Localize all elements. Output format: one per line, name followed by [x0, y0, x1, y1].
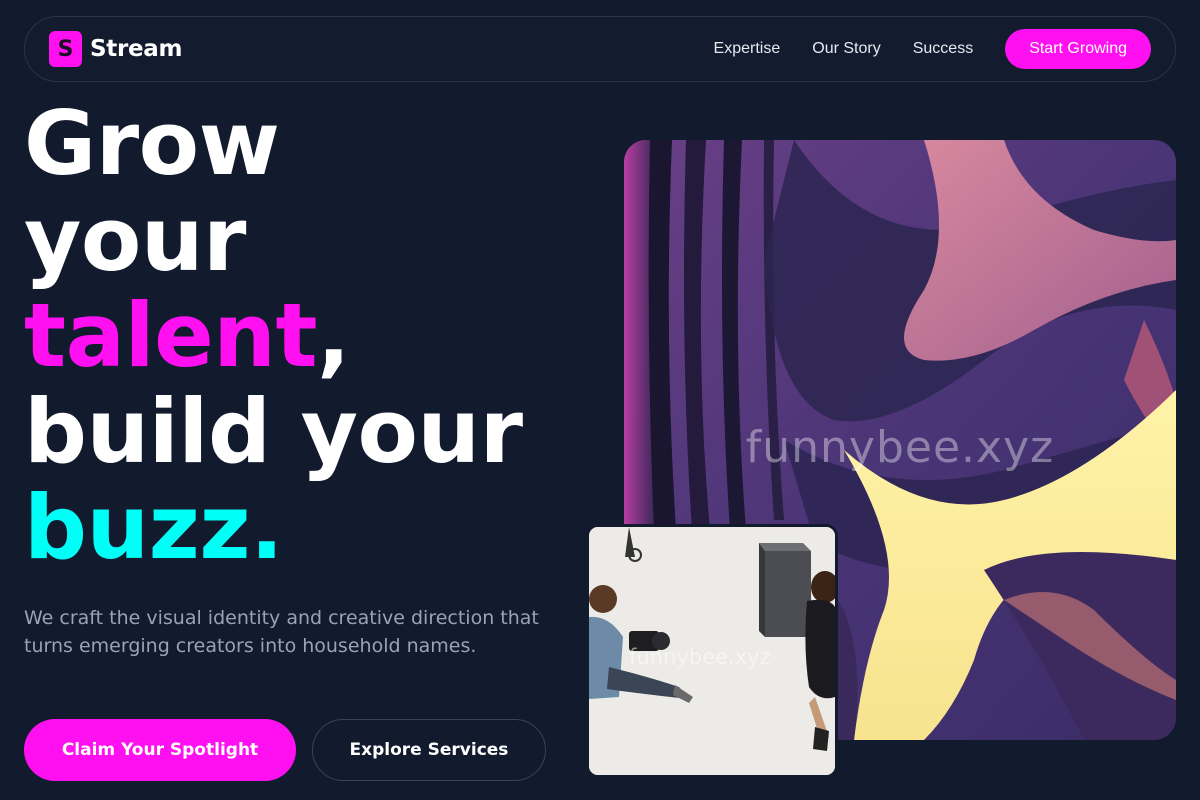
brand-name: Stream: [90, 36, 183, 62]
photographer-photo: [589, 527, 835, 775]
nav-link-success[interactable]: Success: [913, 40, 973, 58]
hero-headline: Grow your talent, build your buzz.: [24, 96, 594, 576]
headline-line-1: Grow: [24, 92, 280, 195]
headline-line-4: build your: [24, 380, 523, 483]
headline-line-2: your: [24, 188, 246, 291]
nav-link-expertise[interactable]: Expertise: [714, 40, 781, 58]
hero-subcopy: We craft the visual identity and creativ…: [24, 607, 539, 657]
photoshoot-image: funnybee.xyz: [586, 524, 838, 778]
start-growing-button[interactable]: Start Growing: [1005, 29, 1151, 69]
headline-comma: ,: [317, 284, 350, 387]
headline-accent-word: talent: [24, 284, 318, 387]
top-navbar: S Stream Expertise Our Story Success Sta…: [24, 16, 1176, 82]
claim-spotlight-button[interactable]: Claim Your Spotlight: [24, 719, 296, 781]
logo-mark-icon: S: [49, 31, 82, 67]
nav-links: Expertise Our Story Success Start Growin…: [714, 29, 1151, 69]
headline-line-5: buzz.: [24, 476, 284, 579]
headline-line-3: talent,: [24, 288, 594, 384]
explore-services-button[interactable]: Explore Services: [312, 719, 546, 781]
nav-link-our-story[interactable]: Our Story: [812, 40, 880, 58]
brand-logo[interactable]: S Stream: [49, 31, 183, 67]
